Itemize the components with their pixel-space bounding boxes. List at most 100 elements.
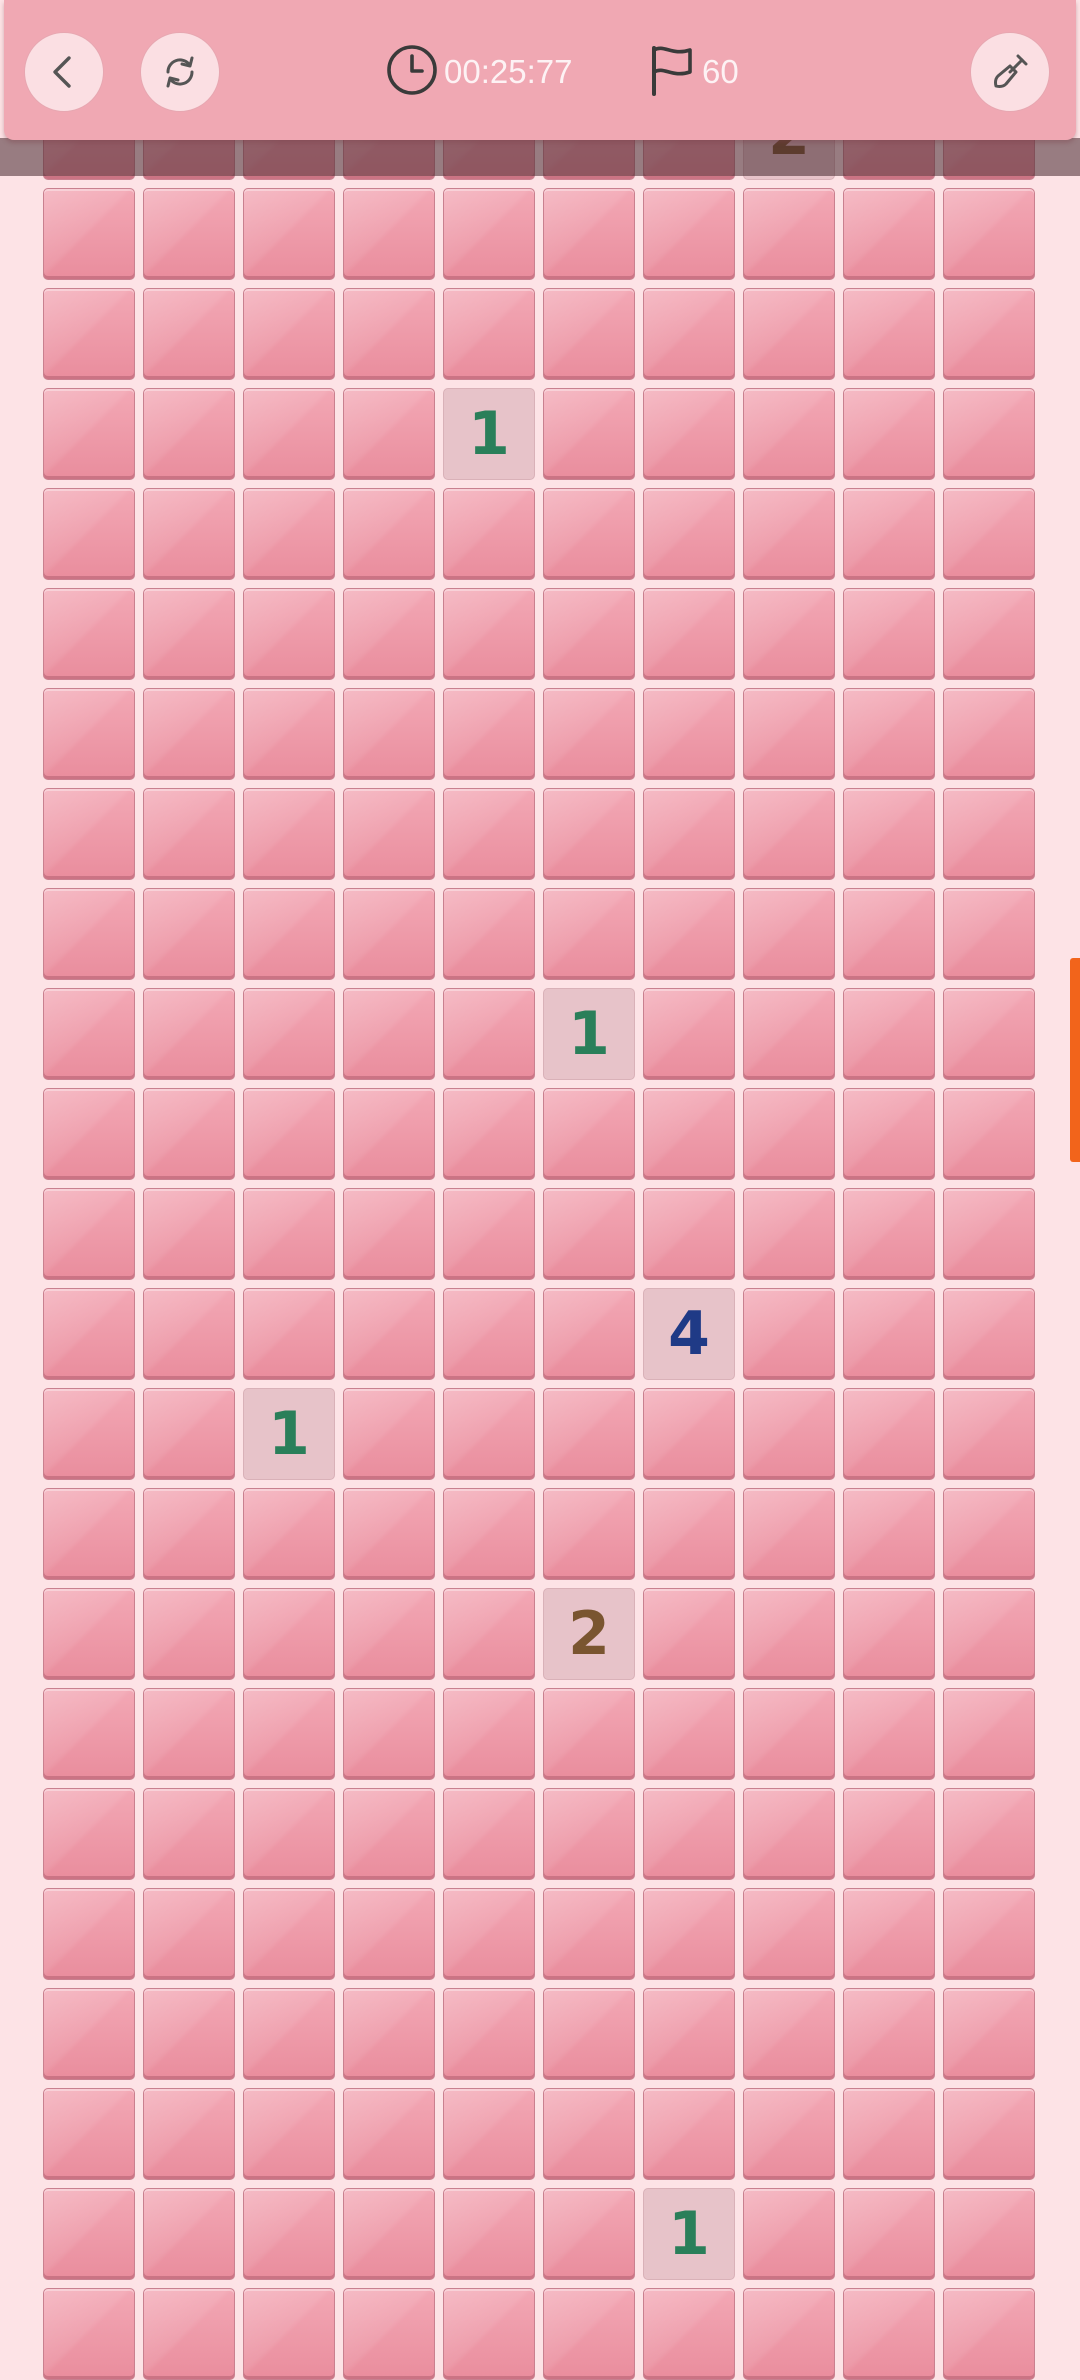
hidden-cell[interactable] <box>143 1988 235 2080</box>
hidden-cell[interactable] <box>843 1088 935 1180</box>
hidden-cell[interactable] <box>843 1288 935 1380</box>
hidden-cell[interactable] <box>643 2288 735 2380</box>
hidden-cell[interactable] <box>943 688 1035 780</box>
hidden-cell[interactable] <box>43 988 135 1080</box>
hidden-cell[interactable] <box>743 1988 835 2080</box>
hidden-cell[interactable] <box>443 1588 535 1680</box>
hidden-cell[interactable] <box>443 288 535 380</box>
hidden-cell[interactable] <box>243 2288 335 2380</box>
hidden-cell[interactable] <box>943 1888 1035 1980</box>
hidden-cell[interactable] <box>443 188 535 280</box>
hidden-cell[interactable] <box>943 388 1035 480</box>
hidden-cell[interactable] <box>843 288 935 380</box>
hidden-cell[interactable] <box>743 1888 835 1980</box>
hidden-cell[interactable] <box>243 988 335 1080</box>
hidden-cell[interactable] <box>43 788 135 880</box>
hidden-cell[interactable] <box>343 588 435 680</box>
hidden-cell[interactable] <box>43 1088 135 1180</box>
hidden-cell[interactable] <box>943 788 1035 880</box>
hidden-cell[interactable] <box>443 1388 535 1480</box>
hidden-cell[interactable] <box>743 1288 835 1380</box>
hidden-cell[interactable] <box>643 688 735 780</box>
hidden-cell[interactable] <box>643 188 735 280</box>
hidden-cell[interactable] <box>243 788 335 880</box>
hidden-cell[interactable] <box>743 1788 835 1880</box>
hidden-cell[interactable] <box>143 1388 235 1480</box>
hidden-cell[interactable] <box>343 1088 435 1180</box>
hidden-cell[interactable] <box>143 588 235 680</box>
hidden-cell[interactable] <box>643 1888 735 1980</box>
hidden-cell[interactable] <box>643 1688 735 1780</box>
revealed-cell[interactable]: 4 <box>643 1288 735 1380</box>
hidden-cell[interactable] <box>843 188 935 280</box>
hidden-cell[interactable] <box>843 388 935 480</box>
hidden-cell[interactable] <box>43 688 135 780</box>
hidden-cell[interactable] <box>443 2088 535 2180</box>
hidden-cell[interactable] <box>643 1988 735 2080</box>
hidden-cell[interactable] <box>643 888 735 980</box>
hidden-cell[interactable] <box>843 1988 935 2080</box>
hidden-cell[interactable] <box>843 1488 935 1580</box>
hidden-cell[interactable] <box>543 788 635 880</box>
hidden-cell[interactable] <box>443 1188 535 1280</box>
hidden-cell[interactable] <box>843 488 935 580</box>
hidden-cell[interactable] <box>943 1188 1035 1280</box>
hidden-cell[interactable] <box>143 988 235 1080</box>
hidden-cell[interactable] <box>243 688 335 780</box>
hidden-cell[interactable] <box>343 488 435 580</box>
hidden-cell[interactable] <box>543 1188 635 1280</box>
hidden-cell[interactable] <box>43 2188 135 2280</box>
dig-mode-button[interactable] <box>970 32 1050 112</box>
hidden-cell[interactable] <box>343 1688 435 1780</box>
hidden-cell[interactable] <box>43 1888 135 1980</box>
hidden-cell[interactable] <box>43 1988 135 2080</box>
hidden-cell[interactable] <box>243 888 335 980</box>
hidden-cell[interactable] <box>743 988 835 1080</box>
revealed-cell[interactable]: 1 <box>643 2188 735 2280</box>
hidden-cell[interactable] <box>443 488 535 580</box>
hidden-cell[interactable] <box>43 1588 135 1680</box>
hidden-cell[interactable] <box>143 1788 235 1880</box>
revealed-cell[interactable]: 1 <box>543 988 635 1080</box>
hidden-cell[interactable] <box>443 688 535 780</box>
hidden-cell[interactable] <box>443 888 535 980</box>
hidden-cell[interactable] <box>243 588 335 680</box>
hidden-cell[interactable] <box>143 1688 235 1780</box>
hidden-cell[interactable] <box>643 288 735 380</box>
hidden-cell[interactable] <box>243 1988 335 2080</box>
hidden-cell[interactable] <box>243 188 335 280</box>
hidden-cell[interactable] <box>543 588 635 680</box>
hidden-cell[interactable] <box>43 1488 135 1580</box>
hidden-cell[interactable] <box>543 1488 635 1580</box>
scroll-indicator[interactable] <box>1070 958 1080 1162</box>
hidden-cell[interactable] <box>443 1288 535 1380</box>
hidden-cell[interactable] <box>343 1588 435 1680</box>
hidden-cell[interactable] <box>43 588 135 680</box>
hidden-cell[interactable] <box>743 288 835 380</box>
hidden-cell[interactable] <box>543 888 635 980</box>
hidden-cell[interactable] <box>43 288 135 380</box>
hidden-cell[interactable] <box>243 488 335 580</box>
hidden-cell[interactable] <box>443 1888 535 1980</box>
hidden-cell[interactable] <box>643 2088 735 2180</box>
hidden-cell[interactable] <box>143 1588 235 1680</box>
hidden-cell[interactable] <box>343 2288 435 2380</box>
hidden-cell[interactable] <box>943 1988 1035 2080</box>
hidden-cell[interactable] <box>543 1388 635 1480</box>
revealed-cell[interactable]: 2 <box>543 1588 635 1680</box>
revealed-cell[interactable]: 1 <box>443 388 535 480</box>
hidden-cell[interactable] <box>843 888 935 980</box>
hidden-cell[interactable] <box>843 2188 935 2280</box>
hidden-cell[interactable] <box>943 888 1035 980</box>
hidden-cell[interactable] <box>743 2188 835 2280</box>
hidden-cell[interactable] <box>643 1188 735 1280</box>
hidden-cell[interactable] <box>943 988 1035 1080</box>
hidden-cell[interactable] <box>443 788 535 880</box>
hidden-cell[interactable] <box>943 1588 1035 1680</box>
hidden-cell[interactable] <box>743 1588 835 1680</box>
hidden-cell[interactable] <box>743 388 835 480</box>
hidden-cell[interactable] <box>743 188 835 280</box>
hidden-cell[interactable] <box>743 1388 835 1480</box>
hidden-cell[interactable] <box>43 2088 135 2180</box>
hidden-cell[interactable] <box>243 288 335 380</box>
